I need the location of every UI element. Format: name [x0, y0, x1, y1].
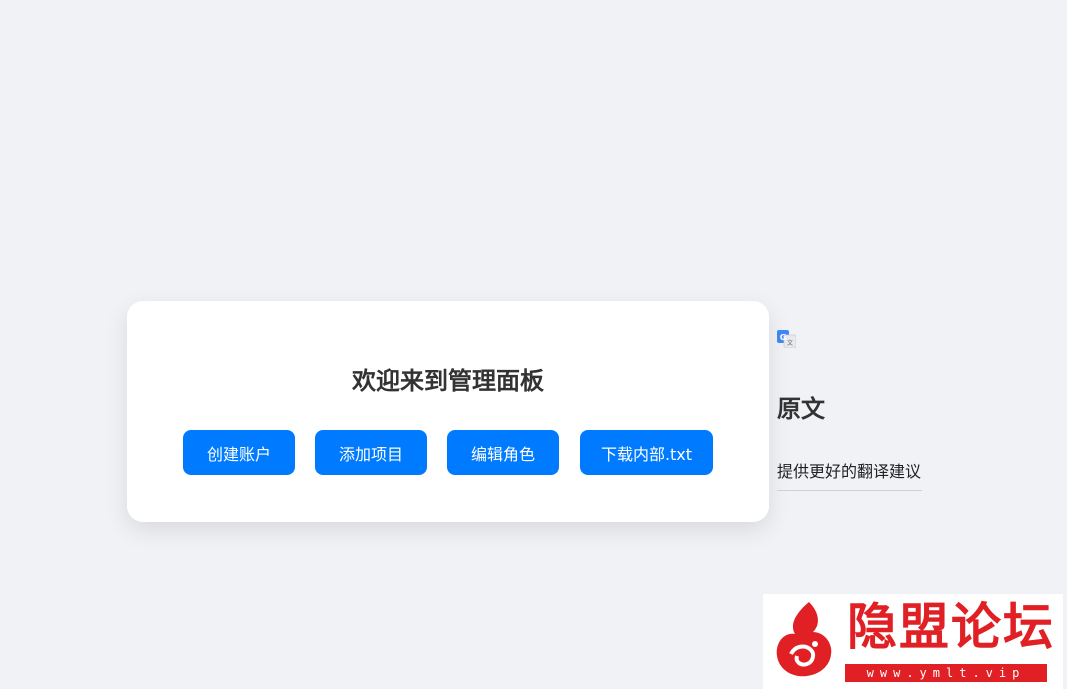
forum-watermark-logo: 隐盟论坛 www.ymlt.vip [763, 594, 1063, 689]
svg-text:文: 文 [787, 339, 793, 347]
create-account-button[interactable]: 创建账户 [183, 430, 295, 475]
google-translate-icon[interactable]: G 文 [777, 330, 797, 349]
flame-logo-icon [769, 598, 839, 680]
download-internal-button[interactable]: 下载内部.txt [580, 430, 713, 475]
forum-name: 隐盟论坛 [847, 598, 1055, 656]
add-item-button[interactable]: 添加项目 [315, 430, 427, 475]
forum-url: www.ymlt.vip [845, 664, 1047, 682]
admin-panel-card: 欢迎来到管理面板 创建账户 添加项目 编辑角色 下载内部.txt [127, 301, 769, 522]
panel-title: 欢迎来到管理面板 [352, 367, 544, 395]
page: 欢迎来到管理面板 创建账户 添加项目 编辑角色 下载内部.txt G 文 原文 … [0, 0, 1067, 689]
original-text-label: 原文 [777, 395, 825, 423]
suggest-translation-link[interactable]: 提供更好的翻译建议 [777, 458, 922, 491]
svg-text:G: G [780, 333, 787, 342]
edit-role-button[interactable]: 编辑角色 [447, 430, 559, 475]
